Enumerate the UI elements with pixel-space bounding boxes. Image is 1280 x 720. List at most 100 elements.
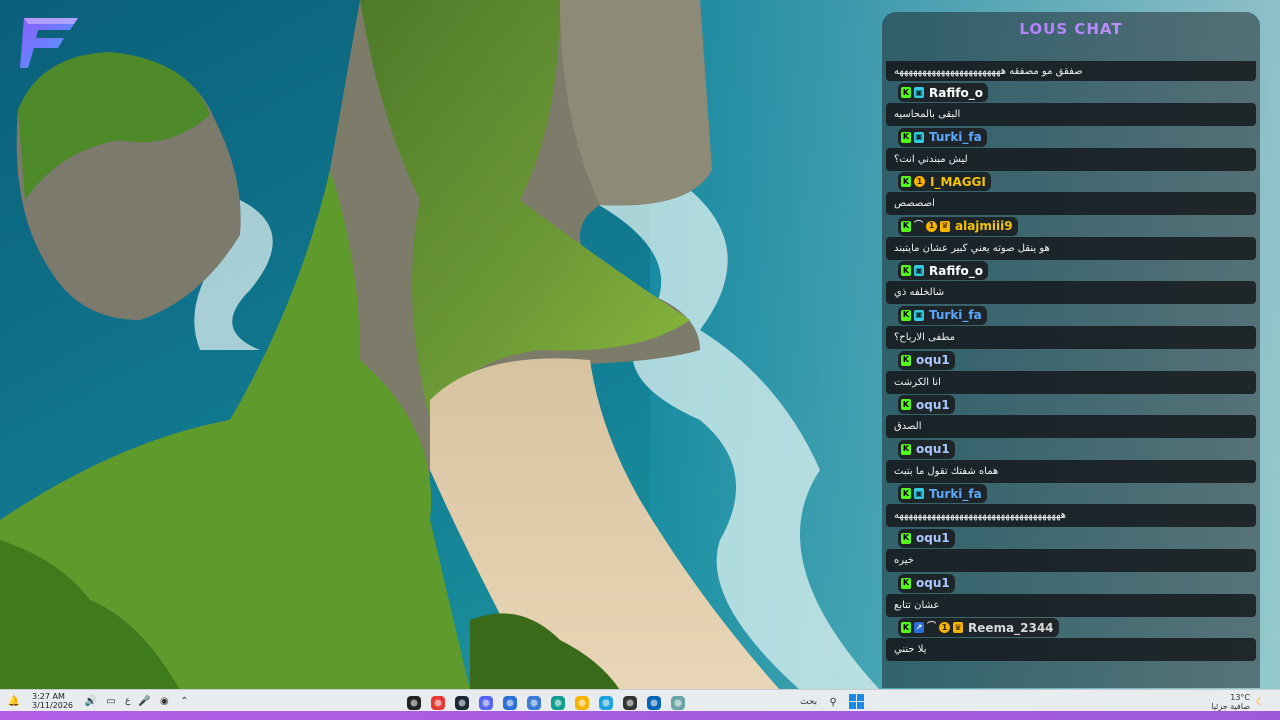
chat-message: Koqu1 عشان تتابع [886,573,1256,619]
obs-icon[interactable] [404,693,424,713]
weather-temp: 13°C [1230,693,1250,702]
kick-badge-icon: K [901,443,911,455]
chat-user-header: K ↗ ⌒ 1 ♛ Reema_2344 [898,618,1059,638]
chat-message-bubble: ليش مبندني انت؟ [886,147,1256,171]
kick-badge-icon: K [901,354,911,366]
moon-badge-icon: ⌒ [927,622,937,633]
clock-time: 3:27 AM [32,692,65,701]
chrome-icon[interactable] [428,693,448,713]
weather-desc: صافية جزئيا [1211,702,1250,711]
chat-username[interactable]: Reema_2344 [968,621,1054,635]
kick-badge-icon: K [901,622,911,634]
og-badge-icon: ↗ [914,622,924,634]
weather-moon-icon: ☾ [1255,696,1265,708]
chat-message-text: صفقق مو مصفقه هههههههههههههههههههههههه [894,65,1083,77]
steam-icon[interactable] [452,693,472,713]
chat-user-header: Koqu1 [898,439,955,459]
terminal-icon[interactable] [620,693,640,713]
chat-user-header: K 1 I_MAGGI [898,172,991,192]
clock[interactable]: 3:27 AM 3/11/2026 [32,692,73,710]
chat-username[interactable]: alajmiii9 [955,219,1013,233]
chat-username[interactable]: Turki_fa [929,130,982,144]
chat-message-text: اصصصص [894,198,935,210]
subscriber-badge-icon: ▣ [914,488,924,500]
chat-message-text: خيره [894,554,914,566]
kick-badge-icon: K [901,577,911,589]
chat-username[interactable]: Turki_fa [929,308,982,322]
edge-icon[interactable] [548,693,568,713]
chat-message-text: هو ينقل صوته يعني كبير عشان مايتبند [894,242,1050,254]
speaker-icon[interactable]: 🔊 [85,695,97,707]
chat-username[interactable]: oqu1 [916,531,950,545]
chat-message-bubble: انا الكرشت [886,370,1256,394]
search-label[interactable]: بحث [800,697,817,707]
discord-icon[interactable] [476,693,496,713]
chat-user-header: Koqu1 [898,395,955,415]
chat-user-header: K ▣ Turki_fa [898,484,987,504]
moon-badge-icon: ⌒ [914,220,924,231]
chat-message-text: الصدق [894,421,922,433]
chat-username[interactable]: I_MAGGI [930,175,986,189]
chat-user-header: Koqu1 [898,528,955,548]
search-icon[interactable]: ⚲ [827,696,839,708]
microphone-icon[interactable]: 🎤 [138,695,150,707]
chat-message-bubble: عشان تتابع [886,593,1256,617]
gifter-badge-icon: 1 [914,176,925,188]
chat-message: Koqu1 الصدق [886,395,1256,440]
chat-message-bubble: هماه شفتك تقول ما بتبث [886,459,1256,483]
weather-widget[interactable]: 13°C صافية جزئيا ☾ [1211,693,1266,711]
file-explorer-icon[interactable] [572,693,592,713]
chat-username[interactable]: oqu1 [916,353,950,367]
chat-message-bubble: شالخلفه ذي [886,281,1256,305]
subscriber-badge-icon: ▣ [914,265,924,277]
chat-username[interactable]: Rafifo_o [929,264,983,278]
chat-message-text: شالخلفه ذي [894,287,945,299]
chat-username[interactable]: oqu1 [916,398,950,412]
chat-message: K ▣ Turki_fa مطفى الارباح؟ [886,305,1256,351]
folder-app-icon[interactable] [500,693,520,713]
chat-username[interactable]: Rafifo_o [929,86,983,100]
chat-user-header: K ▣ Rafifo_o [898,261,988,281]
language-indicator[interactable]: ع [125,696,130,706]
photos-icon[interactable] [596,693,616,713]
chat-username[interactable]: oqu1 [916,442,950,456]
kick-badge-icon: K [901,488,911,500]
notification-icon[interactable]: 🔔 [8,695,20,707]
chat-user-header: K ⌒ 1 ♛ alajmiii9 [898,216,1018,236]
app-logo-icon [18,14,82,70]
chat-message-bubble: اصصصص [886,192,1256,216]
kick-badge-icon: K [901,532,911,544]
wallpaper-app-icon[interactable] [668,693,688,713]
chat-message: K ▣ Turki_fa هههههههههههههههههههههههههههههه… [886,484,1256,529]
outlook-icon[interactable] [644,693,664,713]
kick-badge-icon: K [901,309,911,321]
bottom-accent-strip [0,711,1280,720]
chat-message-bubble: ههههههههههههههههههههههههههههههههههههه [886,504,1256,528]
crown-badge-icon: ♛ [940,220,950,232]
gifter-badge-icon: 1 [939,622,950,634]
chat-message: Koqu1 خيره [886,528,1256,574]
chat-message-text: البقى بالمحاسيه [894,109,961,120]
subscriber-badge-icon: ▣ [914,87,924,98]
chat-message: K ⌒ 1 ♛ alajmiii9 هو ينقل صوته يعني كبير عشان… [886,216,1256,262]
chat-overlay: LOUS CHAT صفقق مو مصفقه هههههههههههههههه… [882,12,1260,688]
chat-message: K ↗ ⌒ 1 ♛ Reema_2344 يلا حنني [886,618,1256,663]
chat-message-text: ههههههههههههههههههههههههههههههههههههه [894,510,1066,522]
chevron-up-icon[interactable]: ⌃ [178,695,190,707]
system-tray: 🔔 3:27 AM 3/11/2026 🔊 ▭ ع 🎤 ◉ ⌃ [8,690,190,712]
display-icon[interactable]: ▭ [105,695,117,707]
chat-message-bubble: البقى بالمحاسيه [886,103,1256,126]
kick-badge-icon: K [901,220,911,232]
network-icon[interactable]: ◉ [158,695,170,707]
chat-username[interactable]: oqu1 [916,576,950,590]
kick-badge-icon: K [901,399,911,411]
chat-user-header: K ▣ Turki_fa [898,305,987,325]
chat-message: K ▣ Turki_fa ليش مبندني انت؟ [886,127,1256,173]
chat-username[interactable]: Turki_fa [929,487,982,501]
clock-date: 3/11/2026 [32,701,74,710]
search-area[interactable]: بحث ⚲ [800,694,865,710]
chat-message-bubble: هو ينقل صوته يعني كبير عشان مايتبند [886,236,1256,260]
store-icon[interactable] [524,693,544,713]
start-button[interactable] [849,694,865,710]
chat-message-text: انا الكرشت [894,376,941,388]
